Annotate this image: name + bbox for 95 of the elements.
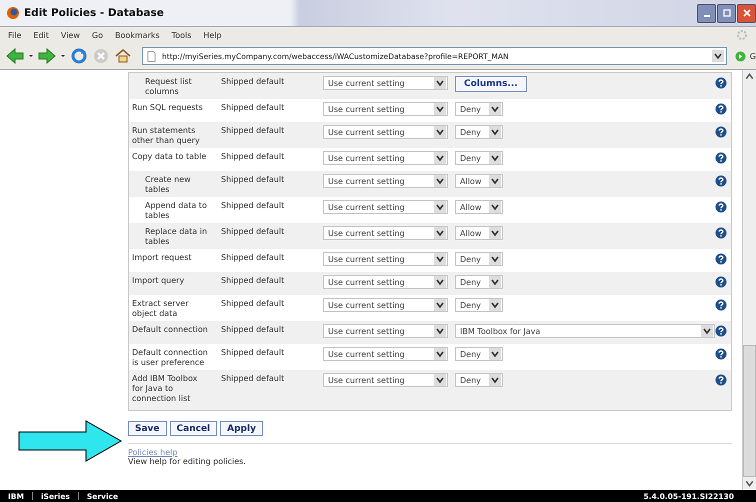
help-icon[interactable] xyxy=(715,103,727,115)
policy-source: Shipped default xyxy=(221,347,286,358)
value-dropdown[interactable]: Allow xyxy=(455,200,503,214)
go-icon[interactable] xyxy=(734,50,746,62)
setting-dropdown[interactable]: Use current setting xyxy=(323,324,448,338)
form-button[interactable]: Cancel xyxy=(170,421,218,436)
policy-name: Default connection is user preference xyxy=(131,347,209,368)
minimize-icon xyxy=(704,15,710,17)
dropdown-icon[interactable] xyxy=(28,53,34,59)
help-icon[interactable] xyxy=(715,276,727,288)
policy-source: Shipped default xyxy=(221,298,286,309)
setting-dropdown[interactable]: Use current setting xyxy=(323,200,448,214)
dropdown-icon[interactable] xyxy=(712,50,724,62)
maximize-button[interactable] xyxy=(717,4,736,22)
policy-name: Create new tables xyxy=(144,174,192,195)
menu-item[interactable]: Bookmarks xyxy=(114,30,160,40)
setting-dropdown[interactable]: Use current setting xyxy=(323,226,448,240)
policy-name: Replace data in tables xyxy=(144,226,208,247)
policy-name: Extract server object data xyxy=(131,298,190,319)
setting-dropdown[interactable]: Use current setting xyxy=(323,373,448,387)
form-button[interactable]: Save xyxy=(128,421,167,436)
setting-dropdown[interactable]: Use current setting xyxy=(323,252,448,266)
policy-source: Shipped default xyxy=(221,102,286,113)
policy-source: Shipped default xyxy=(221,226,286,237)
policy-name: Import request xyxy=(131,252,193,263)
value-dropdown[interactable]: Allow xyxy=(455,174,503,188)
policy-source: Shipped default xyxy=(221,373,286,384)
policy-name: Run SQL requests xyxy=(131,102,204,113)
policy-name: Add IBM Toolbox for Java to connection list xyxy=(131,373,198,404)
setting-dropdown[interactable]: Use current setting xyxy=(323,298,448,312)
form-button[interactable]: Apply xyxy=(220,421,263,436)
help-icon[interactable] xyxy=(715,77,727,89)
help-icon[interactable] xyxy=(715,175,727,187)
value-dropdown[interactable]: Deny xyxy=(455,298,503,312)
setting-dropdown[interactable]: Use current setting xyxy=(323,76,448,90)
policy-source: Shipped default xyxy=(221,174,286,185)
menu-item[interactable]: Tools xyxy=(172,30,192,40)
throbber-icon xyxy=(736,29,748,41)
value-dropdown[interactable]: Deny xyxy=(455,125,503,139)
browser-logo-icon xyxy=(6,6,20,20)
menu-item[interactable]: Edit xyxy=(33,30,49,40)
scrollbar[interactable] xyxy=(742,70,756,490)
policy-name: Copy data to table xyxy=(131,151,208,162)
policy-source: Shipped default xyxy=(221,200,286,211)
policy-name: Request list columns xyxy=(144,76,193,97)
help-icon[interactable] xyxy=(715,325,727,337)
policy-name: Run statements other than query xyxy=(131,125,201,146)
help-icon[interactable] xyxy=(715,201,727,213)
home-icon[interactable] xyxy=(114,48,132,64)
policy-name: Import query xyxy=(131,275,186,286)
help-icon[interactable] xyxy=(715,253,727,265)
menu-item[interactable]: File xyxy=(8,30,22,40)
setting-dropdown[interactable]: Use current setting xyxy=(323,275,448,289)
value-dropdown[interactable]: Deny xyxy=(455,275,503,289)
setting-dropdown[interactable]: Use current setting xyxy=(323,347,448,361)
help-icon[interactable] xyxy=(715,299,727,311)
close-button[interactable] xyxy=(737,4,756,22)
policy-source: Shipped default xyxy=(221,151,286,162)
policy-source: Shipped default xyxy=(221,76,286,87)
back-icon[interactable] xyxy=(6,48,24,64)
value-dropdown[interactable]: Deny xyxy=(455,102,503,116)
policy-name: Default connection xyxy=(131,324,209,335)
policy-source: Shipped default xyxy=(221,125,286,136)
menu-item[interactable]: Go xyxy=(92,30,103,40)
help-icon[interactable] xyxy=(715,374,727,386)
columns-button[interactable]: Columns... xyxy=(455,76,527,92)
policy-source: Shipped default xyxy=(221,252,286,263)
help-description: View help for editing policies. xyxy=(128,457,247,466)
setting-dropdown[interactable]: Use current setting xyxy=(323,102,448,116)
value-dropdown[interactable]: Deny xyxy=(455,373,503,387)
dropdown-icon[interactable] xyxy=(60,53,66,59)
help-icon[interactable] xyxy=(715,152,727,164)
value-dropdown[interactable]: Allow xyxy=(455,226,503,240)
help-icon[interactable] xyxy=(715,348,727,360)
menu-item[interactable]: Help xyxy=(203,30,222,40)
policy-source: Shipped default xyxy=(221,275,286,286)
menu-item[interactable]: View xyxy=(60,30,80,40)
setting-dropdown[interactable]: Use current setting xyxy=(323,151,448,165)
value-dropdown[interactable]: Deny xyxy=(455,151,503,165)
page-icon xyxy=(147,50,156,62)
close-icon xyxy=(742,8,752,18)
setting-dropdown[interactable]: Use current setting xyxy=(323,174,448,188)
value-dropdown[interactable]: Deny xyxy=(455,252,503,266)
value-dropdown[interactable]: Deny xyxy=(455,347,503,361)
minimize-button[interactable] xyxy=(697,4,716,22)
forward-icon[interactable] xyxy=(38,48,56,64)
help-icon[interactable] xyxy=(715,126,727,138)
maximize-icon xyxy=(722,8,732,18)
go-button[interactable]: G xyxy=(750,52,756,60)
setting-dropdown[interactable]: Use current setting xyxy=(323,125,448,139)
help-icon[interactable] xyxy=(715,227,727,239)
policy-source: Shipped default xyxy=(221,324,286,335)
window-title: Edit Policies - Database xyxy=(24,7,164,19)
policy-name: Append data to tables xyxy=(144,200,208,221)
connection-dropdown[interactable]: IBM Toolbox for Java xyxy=(455,324,715,338)
